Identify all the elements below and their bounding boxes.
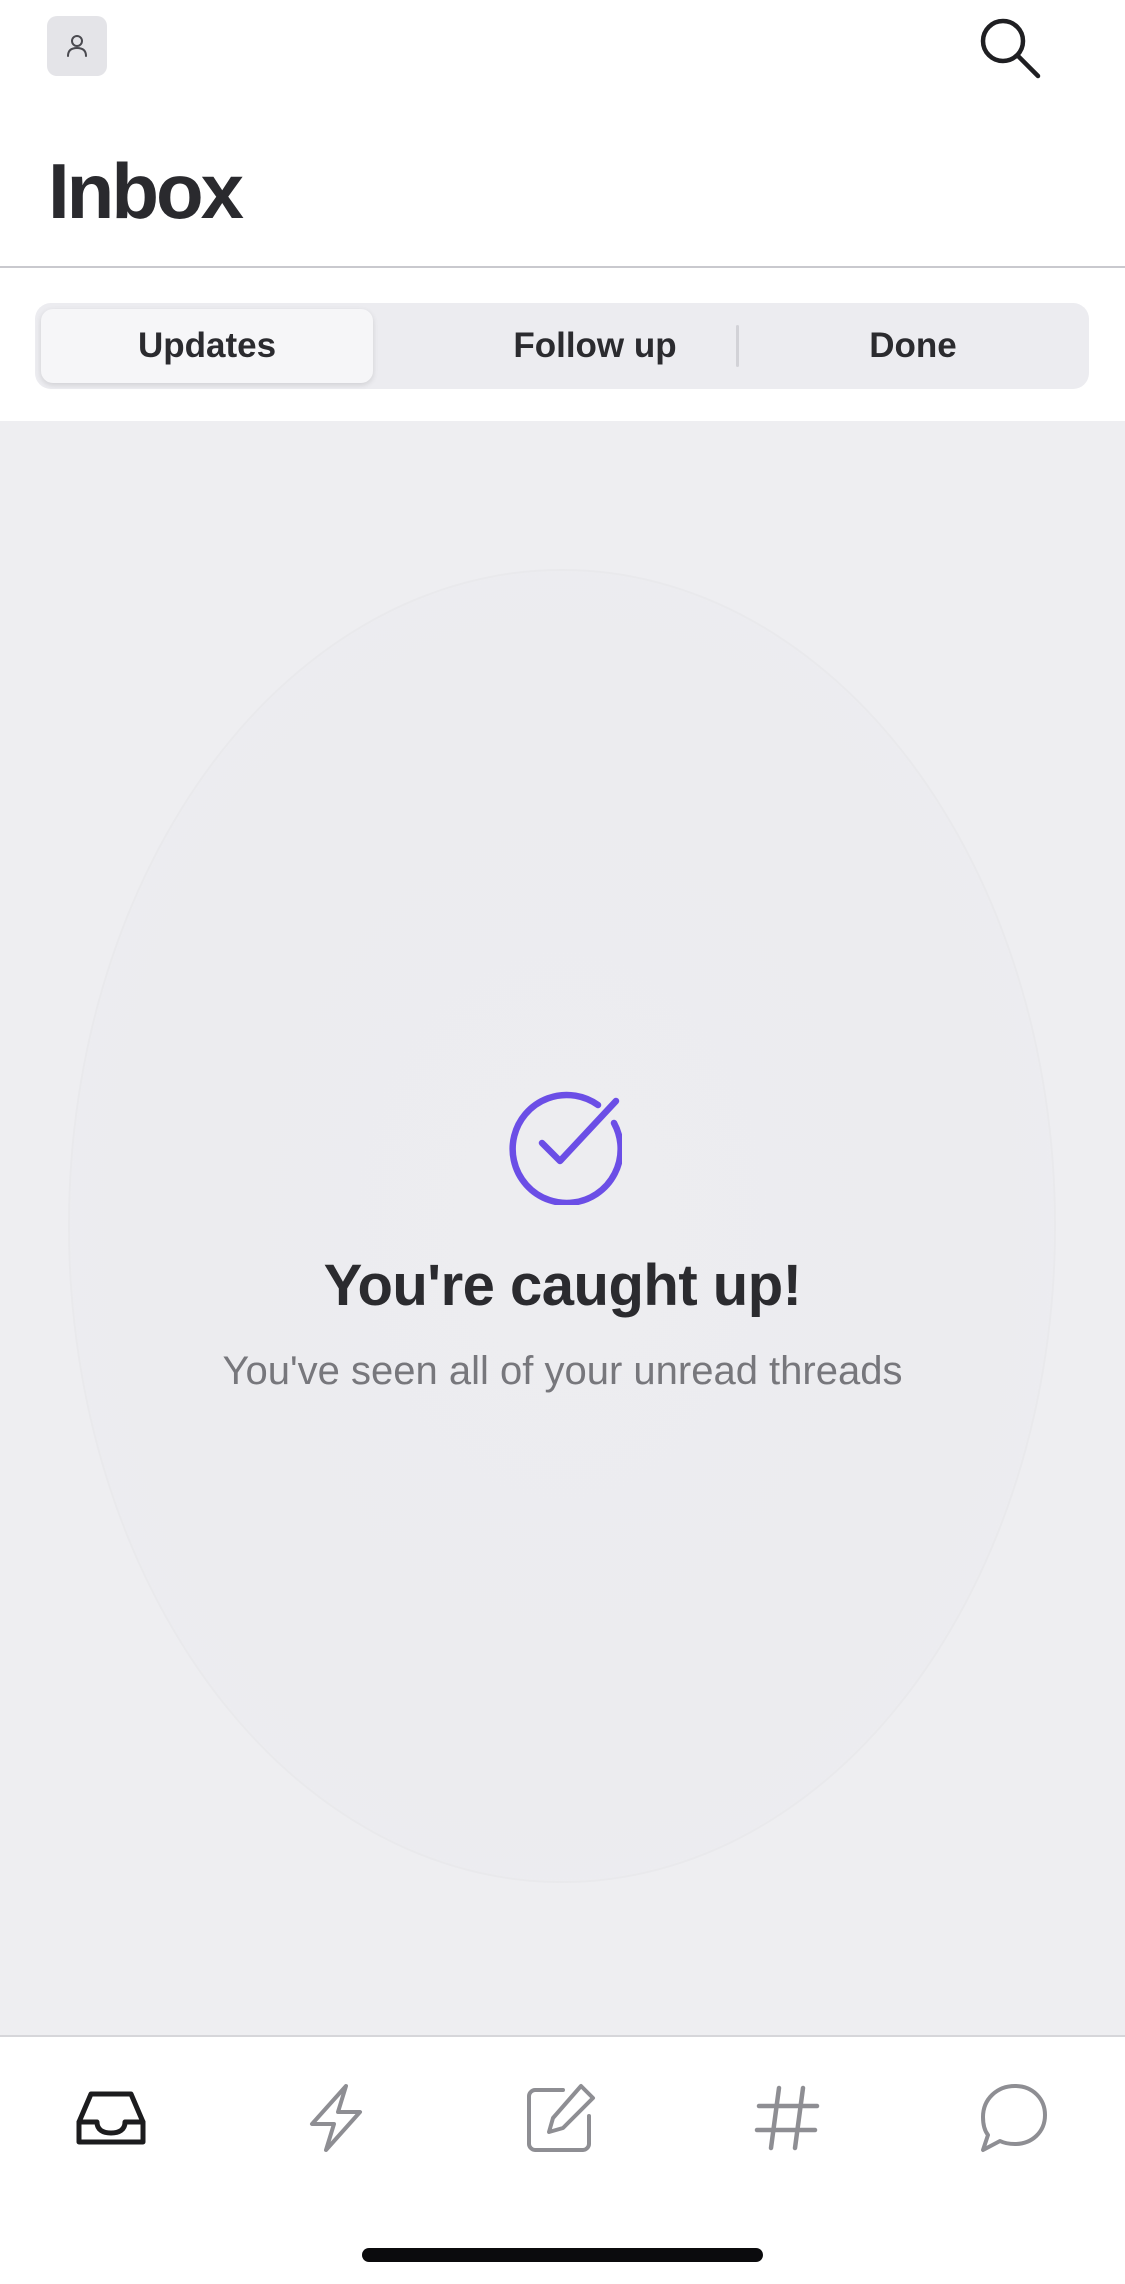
search-button[interactable] [972, 10, 1048, 86]
avatar-button[interactable] [47, 16, 107, 76]
person-icon [67, 35, 87, 57]
page-title: Inbox [48, 147, 244, 235]
tab-activity[interactable] [291, 2073, 381, 2163]
tab-bar [0, 2035, 1125, 2284]
segment-bar: Follow up Done Updates [0, 268, 1125, 421]
lightning-bolt-icon [310, 2084, 362, 2152]
compose-icon [527, 2084, 595, 2152]
segment-done[interactable]: Done [737, 303, 1089, 389]
check-circle-icon [509, 1091, 622, 1205]
header: Inbox [0, 0, 1125, 268]
segmented-control: Follow up Done Updates [35, 303, 1089, 389]
hash-icon [754, 2085, 820, 2151]
tab-inbox[interactable] [66, 2073, 156, 2163]
tab-direct-messages[interactable] [968, 2073, 1058, 2163]
inbox-content: You're caught up! You've seen all of you… [0, 421, 1125, 2035]
segment-divider [736, 325, 739, 367]
tab-compose[interactable] [516, 2073, 606, 2163]
tab-channels[interactable] [742, 2073, 832, 2163]
search-icon [980, 18, 1041, 79]
background-glow [70, 571, 1054, 1881]
inbox-tray-icon [76, 2091, 146, 2145]
home-indicator [362, 2248, 763, 2262]
empty-state-title: You're caught up! [323, 1253, 802, 1318]
chat-bubble-icon [981, 2084, 1047, 2152]
segment-updates[interactable]: Updates [41, 309, 373, 383]
empty-state-subtitle: You've seen all of your unread threads [222, 1349, 903, 1393]
